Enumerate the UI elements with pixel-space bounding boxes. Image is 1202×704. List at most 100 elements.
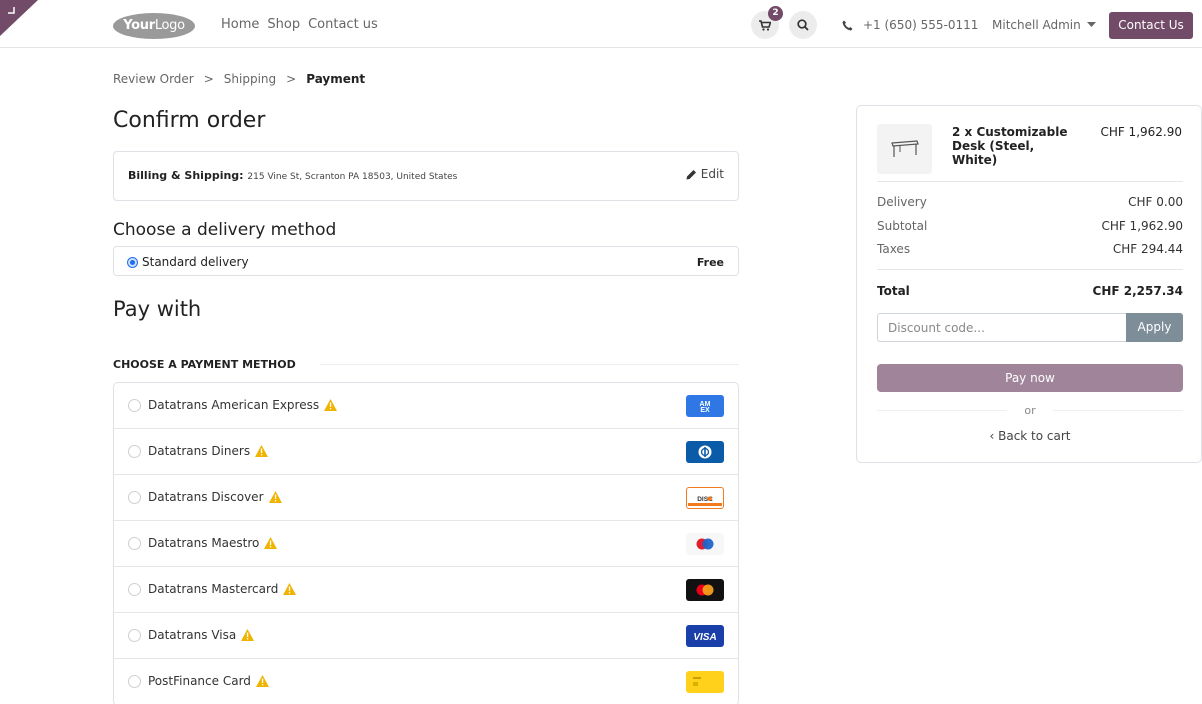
edit-address-button[interactable]: Edit: [686, 167, 724, 181]
radio-unselected[interactable]: [128, 537, 141, 550]
discount-form: Apply: [877, 313, 1183, 342]
subtotal-amount: CHF 1,962.90: [1101, 219, 1183, 233]
product-name[interactable]: 2 x Customizable Desk (Steel, White): [952, 125, 1082, 167]
pay-with-heading: Pay with: [113, 297, 202, 321]
order-summary-card: 2 x Customizable Desk (Steel, White) CHF…: [856, 105, 1202, 463]
amex-icon: AM EX: [686, 395, 724, 417]
mastercard-icon: [686, 579, 724, 601]
payment-method-row[interactable]: Datatrans Discover DISC: [114, 475, 738, 521]
billing-label: Billing & Shipping:: [128, 169, 244, 182]
taxes-line: Taxes CHF 294.44: [877, 242, 1183, 256]
search-icon: [797, 19, 809, 31]
delivery-option-row: Standard delivery: [128, 255, 249, 269]
payment-method-name-row: Datatrans Discover: [148, 490, 282, 504]
radio-unselected[interactable]: [128, 629, 141, 642]
payment-method-name-row: Datatrans Mastercard: [148, 582, 297, 596]
warning-icon: [268, 491, 282, 503]
payment-method-name: Datatrans Discover: [148, 490, 264, 504]
warning-icon: [264, 537, 278, 549]
top-navbar: YourLogo Home Shop Contact us 2 +1 (650)…: [0, 0, 1202, 48]
product-thumbnail[interactable]: [877, 124, 932, 174]
maestro-icon: [686, 533, 724, 555]
postfinance-icon: [686, 671, 724, 693]
svg-text:EX: EX: [700, 407, 710, 414]
nav-contact-link[interactable]: Contact us: [308, 17, 378, 32]
delivery-price: Free: [696, 256, 724, 269]
payment-method-name: Datatrans Visa: [148, 628, 237, 642]
phone-icon: [842, 20, 853, 30]
total-amount: CHF 2,257.34: [1092, 284, 1183, 298]
breadcrumb-shipping[interactable]: Shipping: [224, 72, 276, 86]
page-title: Confirm order: [113, 108, 266, 133]
phone-link[interactable]: +1 (650) 555-0111: [842, 18, 978, 32]
nav-home-link[interactable]: Home: [221, 17, 259, 32]
radio-unselected[interactable]: [128, 583, 141, 596]
payment-method-name: Datatrans American Express: [148, 398, 320, 412]
radio-unselected[interactable]: [128, 491, 141, 504]
apply-discount-button[interactable]: Apply: [1126, 313, 1183, 342]
radio-unselected[interactable]: [128, 445, 141, 458]
cart-icon: [759, 19, 771, 31]
divider: [877, 269, 1183, 270]
pay-now-button[interactable]: Pay now: [877, 364, 1183, 392]
desk-icon: [890, 140, 919, 157]
visa-icon: VISA: [686, 625, 724, 647]
radio-selected[interactable]: [128, 257, 137, 267]
product-price: CHF 1,962.90: [1100, 125, 1182, 139]
payment-method-row[interactable]: PostFinance Card: [114, 659, 738, 704]
main-nav: Home Shop Contact us: [221, 17, 378, 32]
chevron-left-icon: ‹: [989, 429, 999, 443]
checkout-breadcrumb: Review Order > Shipping > Payment: [113, 72, 365, 86]
delivery-line: Delivery CHF 0.00: [877, 195, 1183, 209]
contact-us-button[interactable]: Contact Us: [1109, 12, 1193, 39]
breadcrumb-review-order[interactable]: Review Order: [113, 72, 194, 86]
payment-method-name: Datatrans Mastercard: [148, 582, 279, 596]
back-to-cart-link[interactable]: ‹ Back to cart: [877, 429, 1183, 443]
delivery-label: Delivery: [877, 195, 927, 209]
payment-method-row[interactable]: Datatrans Diners: [114, 429, 738, 475]
billing-address: 215 Vine St, Scranton PA 18503, United S…: [247, 172, 458, 182]
or-separator: or: [877, 404, 1183, 417]
logo-text-bold: Your: [123, 18, 155, 33]
payment-method-row[interactable]: Datatrans Visa VISA: [114, 613, 738, 659]
search-button[interactable]: [789, 11, 817, 39]
payment-method-row[interactable]: Datatrans American Express AM EX: [114, 383, 738, 429]
divider: [877, 181, 1183, 182]
warning-icon: [255, 675, 269, 687]
user-menu-dropdown[interactable]: Mitchell Admin: [992, 18, 1096, 32]
total-line: Total CHF 2,257.34: [877, 284, 1183, 298]
delivery-heading: Choose a delivery method: [113, 220, 337, 240]
payment-method-name-row: Datatrans Visa: [148, 628, 255, 642]
site-logo[interactable]: YourLogo: [113, 13, 195, 39]
cart-count-badge: 2: [768, 6, 783, 21]
edit-label: Edit: [700, 167, 724, 181]
warning-icon: [324, 399, 338, 411]
taxes-label: Taxes: [877, 242, 911, 256]
chevron-down-icon: [1086, 22, 1096, 27]
taxes-amount: CHF 294.44: [1112, 242, 1183, 256]
phone-number: +1 (650) 555-0111: [863, 18, 979, 32]
payment-methods-heading: CHOOSE A PAYMENT METHOD: [113, 358, 296, 371]
nav-shop-link[interactable]: Shop: [267, 17, 300, 32]
payment-method-row[interactable]: Datatrans Mastercard: [114, 567, 738, 613]
warning-icon: [241, 629, 255, 641]
breadcrumb-payment: Payment: [306, 72, 366, 86]
billing-shipping-box: Billing & Shipping: 215 Vine St, Scranto…: [113, 151, 739, 201]
diners-icon: [686, 441, 724, 463]
delivery-amount: CHF 0.00: [1128, 195, 1183, 209]
payment-method-row[interactable]: Datatrans Maestro: [114, 521, 738, 567]
subtotal-label: Subtotal: [877, 219, 928, 233]
discount-code-input[interactable]: [877, 313, 1126, 342]
warning-icon: [283, 583, 297, 595]
radio-unselected[interactable]: [128, 675, 141, 688]
heading-divider: [320, 364, 739, 365]
payment-method-name: PostFinance Card: [148, 674, 251, 688]
logo-text: Logo: [154, 18, 185, 33]
warning-icon: [255, 445, 269, 457]
back-to-cart-label: Back to cart: [998, 429, 1071, 443]
delivery-method-option[interactable]: Standard delivery Free: [113, 246, 739, 276]
payment-method-name: Datatrans Maestro: [148, 536, 260, 550]
subtotal-line: Subtotal CHF 1,962.90: [877, 219, 1183, 233]
radio-unselected[interactable]: [128, 399, 141, 412]
payment-method-name-row: Datatrans American Express: [148, 398, 338, 412]
